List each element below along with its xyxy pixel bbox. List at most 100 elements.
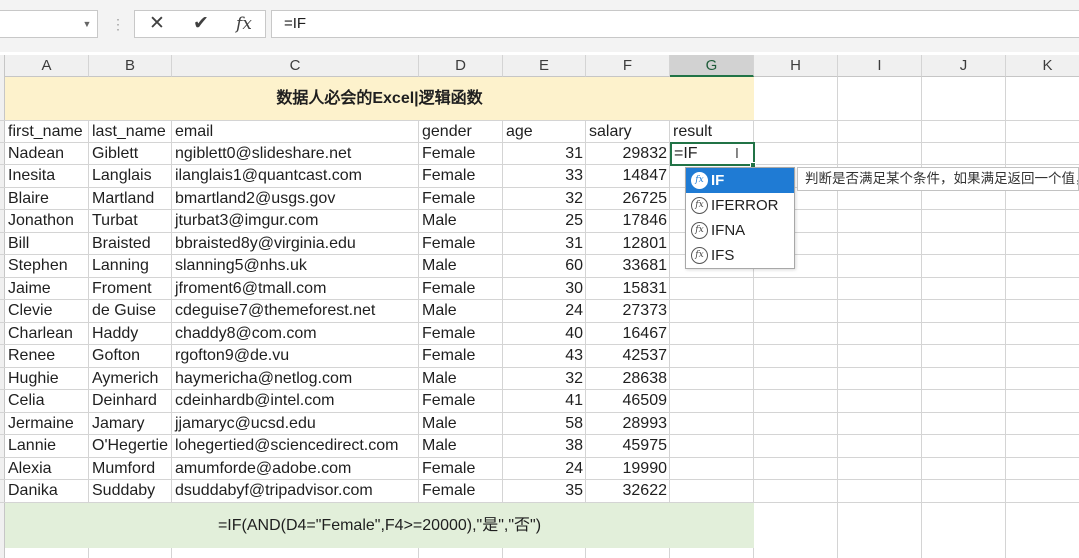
table-cell[interactable]: 38 bbox=[503, 435, 586, 457]
table-cell[interactable]: Giblett bbox=[89, 143, 172, 165]
column-header-j[interactable]: J bbox=[922, 55, 1006, 77]
table-cell[interactable]: Martland bbox=[89, 188, 172, 210]
enter-icon[interactable]: ✔ bbox=[181, 10, 221, 38]
table-cell[interactable]: Jermaine bbox=[5, 413, 89, 435]
table-cell[interactable]: 24 bbox=[503, 458, 586, 480]
table-cell[interactable]: Braisted bbox=[89, 233, 172, 255]
table-cell[interactable]: amumforde@adobe.com bbox=[172, 458, 419, 480]
table-cell[interactable]: Charlean bbox=[5, 323, 89, 345]
table-cell[interactable]: Female bbox=[419, 323, 503, 345]
table-cell[interactable]: 31 bbox=[503, 233, 586, 255]
column-header-d[interactable]: D bbox=[419, 55, 503, 77]
table-cell[interactable]: dsuddabyf@tripadvisor.com bbox=[172, 480, 419, 502]
autocomplete-item-ifs[interactable]: fx IFS bbox=[686, 243, 794, 268]
autocomplete-item-if[interactable]: fx IF bbox=[686, 168, 794, 193]
table-cell[interactable]: Stephen bbox=[5, 255, 89, 277]
cancel-icon[interactable]: ✕ bbox=[137, 10, 177, 38]
table-cell[interactable]: Froment bbox=[89, 278, 172, 300]
table-cell[interactable]: 26725 bbox=[586, 188, 670, 210]
column-header-h[interactable]: H bbox=[754, 55, 838, 77]
table-cell[interactable]: Female bbox=[419, 458, 503, 480]
table-cell[interactable]: Turbat bbox=[89, 210, 172, 232]
table-cell[interactable]: bmartland2@usgs.gov bbox=[172, 188, 419, 210]
table-cell[interactable]: Hughie bbox=[5, 368, 89, 390]
table-cell[interactable]: rgofton9@de.vu bbox=[172, 345, 419, 367]
table-cell[interactable]: 46509 bbox=[586, 390, 670, 412]
table-cell[interactable]: 41 bbox=[503, 390, 586, 412]
table-cell[interactable]: jfroment6@tmall.com bbox=[172, 278, 419, 300]
table-cell[interactable]: Aymerich bbox=[89, 368, 172, 390]
table-cell[interactable]: 33681 bbox=[586, 255, 670, 277]
table-cell[interactable]: bbraisted8y@virginia.edu bbox=[172, 233, 419, 255]
table-cell[interactable]: Inesita bbox=[5, 165, 89, 187]
table-cell[interactable]: Male bbox=[419, 255, 503, 277]
table-cell[interactable]: jturbat3@imgur.com bbox=[172, 210, 419, 232]
header-cell-age[interactable]: age bbox=[503, 121, 586, 143]
table-cell[interactable]: 58 bbox=[503, 413, 586, 435]
table-cell[interactable]: 32 bbox=[503, 368, 586, 390]
table-cell[interactable]: 29832 bbox=[586, 143, 670, 165]
table-cell[interactable]: 25 bbox=[503, 210, 586, 232]
table-cell[interactable]: 16467 bbox=[586, 323, 670, 345]
table-cell[interactable]: 45975 bbox=[586, 435, 670, 457]
table-cell[interactable]: Mumford bbox=[89, 458, 172, 480]
table-cell[interactable]: Female bbox=[419, 278, 503, 300]
table-cell[interactable]: 28638 bbox=[586, 368, 670, 390]
table-cell[interactable]: Haddy bbox=[89, 323, 172, 345]
drag-handle-icon[interactable]: ⋮ bbox=[111, 12, 125, 36]
table-cell[interactable]: Langlais bbox=[89, 165, 172, 187]
table-cell[interactable]: slanning5@nhs.uk bbox=[172, 255, 419, 277]
header-cell-email[interactable]: email bbox=[172, 121, 419, 143]
column-header-g[interactable]: G bbox=[670, 55, 754, 77]
table-cell[interactable]: ngiblett0@slideshare.net bbox=[172, 143, 419, 165]
table-cell[interactable]: Deinhard bbox=[89, 390, 172, 412]
table-cell[interactable]: Lannie bbox=[5, 435, 89, 457]
table-cell[interactable]: Clevie bbox=[5, 300, 89, 322]
header-cell-result[interactable]: result bbox=[670, 121, 754, 143]
table-cell[interactable]: 43 bbox=[503, 345, 586, 367]
header-cell-salary[interactable]: salary bbox=[586, 121, 670, 143]
column-header-i[interactable]: I bbox=[838, 55, 922, 77]
table-cell[interactable]: Male bbox=[419, 300, 503, 322]
table-cell[interactable]: 24 bbox=[503, 300, 586, 322]
title-cell[interactable]: 数据人必会的Excel|逻辑函数 bbox=[5, 77, 754, 120]
table-cell[interactable]: chaddy8@com.com bbox=[172, 323, 419, 345]
table-cell[interactable]: 19990 bbox=[586, 458, 670, 480]
table-cell[interactable]: ilanglais1@quantcast.com bbox=[172, 165, 419, 187]
column-header-k[interactable]: K bbox=[1006, 55, 1079, 77]
column-header-f[interactable]: F bbox=[586, 55, 670, 77]
table-cell[interactable]: Female bbox=[419, 188, 503, 210]
table-cell[interactable]: Female bbox=[419, 390, 503, 412]
autocomplete-item-iferror[interactable]: fx IFERROR bbox=[686, 193, 794, 218]
table-cell[interactable]: Female bbox=[419, 233, 503, 255]
table-cell[interactable]: lohegertied@sciencedirect.com bbox=[172, 435, 419, 457]
table-cell[interactable]: 42537 bbox=[586, 345, 670, 367]
column-header-c[interactable]: C bbox=[172, 55, 419, 77]
table-cell[interactable]: Female bbox=[419, 345, 503, 367]
table-cell[interactable]: Male bbox=[419, 210, 503, 232]
table-cell[interactable]: cdeinhardb@intel.com bbox=[172, 390, 419, 412]
table-cell[interactable]: 33 bbox=[503, 165, 586, 187]
table-cell[interactable]: 15831 bbox=[586, 278, 670, 300]
table-cell[interactable]: Male bbox=[419, 368, 503, 390]
table-cell[interactable]: Suddaby bbox=[89, 480, 172, 502]
table-cell[interactable]: 27373 bbox=[586, 300, 670, 322]
header-cell-first-name[interactable]: first_name bbox=[5, 121, 89, 143]
table-cell[interactable]: Gofton bbox=[89, 345, 172, 367]
table-cell[interactable]: 14847 bbox=[586, 165, 670, 187]
column-header-b[interactable]: B bbox=[89, 55, 172, 77]
table-cell[interactable]: 17846 bbox=[586, 210, 670, 232]
table-cell[interactable]: Jonathon bbox=[5, 210, 89, 232]
table-cell[interactable]: haymericha@netlog.com bbox=[172, 368, 419, 390]
table-cell[interactable]: 31 bbox=[503, 143, 586, 165]
table-cell[interactable]: Jaime bbox=[5, 278, 89, 300]
table-cell[interactable]: jjamaryc@ucsd.edu bbox=[172, 413, 419, 435]
autocomplete-item-ifna[interactable]: fx IFNA bbox=[686, 218, 794, 243]
table-cell[interactable]: cdeguise7@themeforest.net bbox=[172, 300, 419, 322]
table-cell[interactable]: 35 bbox=[503, 480, 586, 502]
table-cell[interactable]: 40 bbox=[503, 323, 586, 345]
insert-function-icon[interactable]: fx bbox=[224, 10, 264, 38]
table-cell[interactable]: Female bbox=[419, 165, 503, 187]
table-cell[interactable]: 30 bbox=[503, 278, 586, 300]
table-cell[interactable]: 28993 bbox=[586, 413, 670, 435]
